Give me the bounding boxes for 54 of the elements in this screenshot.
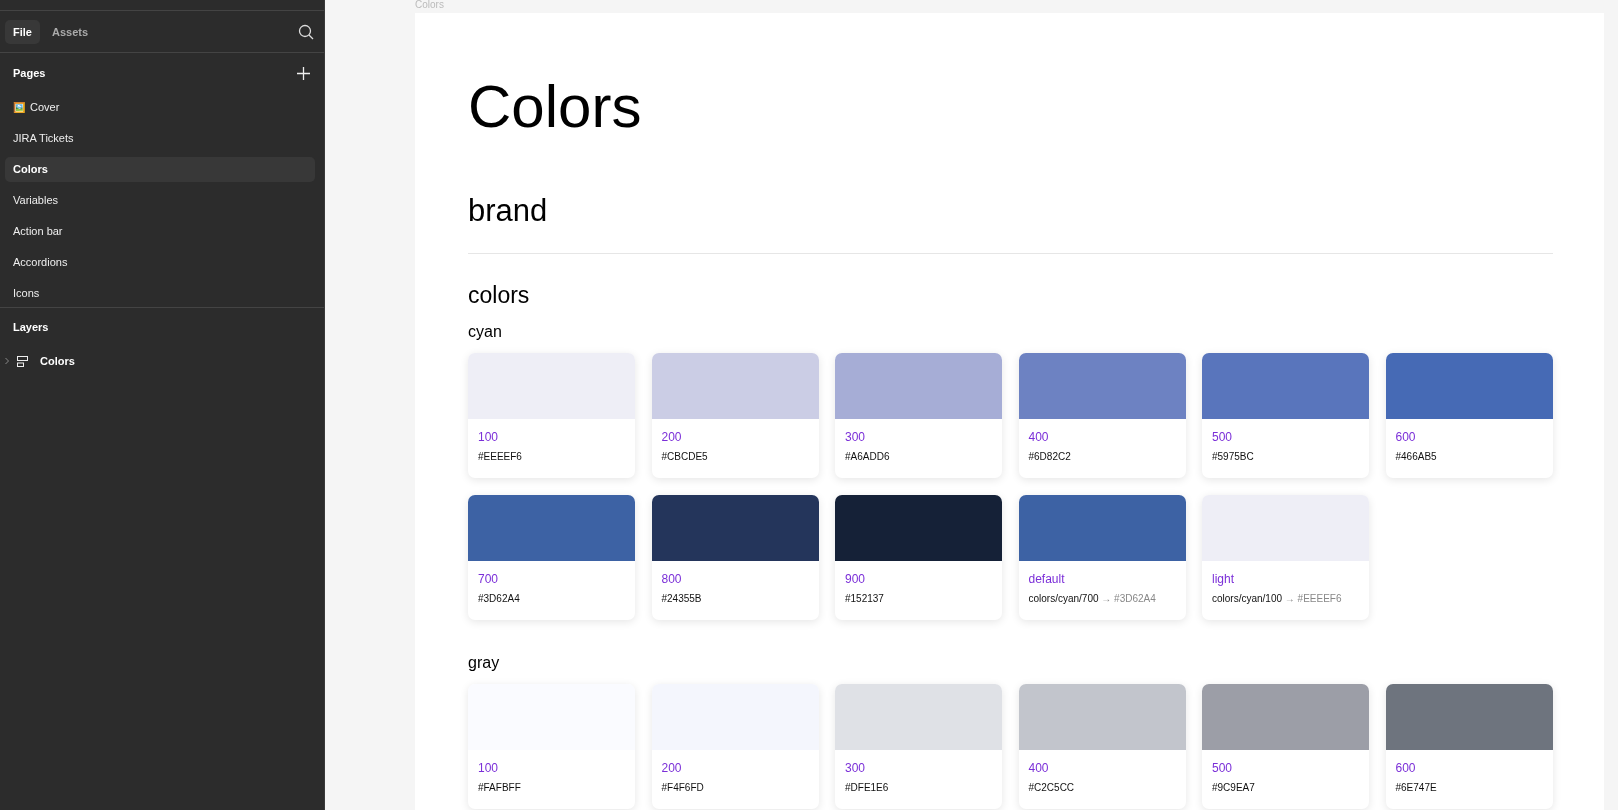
swatch-name: 300 [845,761,867,775]
swatch-name: 500 [1212,761,1234,775]
swatch-name: 100 [478,761,500,775]
hex-value: #EEEEF6 [478,451,523,462]
alias-value: colors/cyan/700 → #3D62A4 [1028,593,1157,604]
hex-value: #CBCDE5 [661,451,709,462]
layers-heading: Layers [13,321,49,333]
frame-icon [17,355,28,367]
hex-value: #A6ADD6 [845,451,891,462]
page-item[interactable]: Colors [5,157,315,182]
swatch-name: 400 [1028,430,1050,444]
hex-value: #6E747E [1395,782,1438,793]
hex-value: #3D62A4 [478,593,521,604]
page-item[interactable]: Icons [5,281,315,306]
hex-value: #24355B [661,593,703,604]
hex-value: #6D82C2 [1028,451,1072,462]
hex-value: #5975BC [1212,451,1255,462]
pages-heading: Pages [13,67,46,79]
swatch-name: 700 [478,572,500,586]
section-title: brand [468,193,549,229]
page-item[interactable]: JIRA Tickets [5,126,315,151]
swatch-name: 600 [1395,761,1417,775]
hex-value: #152137 [845,593,885,604]
page-title: Colors [468,72,643,142]
swatch-name: 300 [845,430,867,444]
swatch-name: light [1212,572,1235,586]
page-item[interactable]: Variables [5,188,315,213]
hex-value: #466AB5 [1395,451,1438,462]
swatch-name: 500 [1212,430,1234,444]
hex-value: #DFE1E6 [845,782,890,793]
swatch-name: 200 [661,430,683,444]
page-item[interactable]: Action bar [5,219,315,244]
layer-item[interactable]: Colors [40,355,75,367]
group-title: gray [468,654,501,672]
hex-value: #C2C5CC [1028,782,1076,793]
swatch-name: 900 [845,572,867,586]
swatch-name: 400 [1028,761,1050,775]
swatch-name: 800 [661,572,683,586]
group-title: cyan [468,323,503,341]
alias-value: colors/cyan/100 → #EEEEF6 [1212,593,1343,604]
swatch-name: 200 [661,761,683,775]
swatch-name: 100 [478,430,500,444]
hex-value: #FAFBFF [478,782,522,793]
add-icon[interactable] [297,66,310,80]
swatch-name: 600 [1395,430,1417,444]
sidebar-tab[interactable]: File [5,19,40,44]
hex-value: #9C9EA7 [1212,782,1256,793]
sidebar-tab[interactable]: Assets [43,19,97,44]
search-icon[interactable] [298,23,314,40]
swatch-name: default [1028,572,1066,586]
page-item[interactable]: 🖼 Cover [5,95,315,120]
page-item[interactable]: Accordions [5,250,315,275]
hex-value: #F4F6FD [661,782,705,793]
subsection-title: colors [468,282,531,309]
